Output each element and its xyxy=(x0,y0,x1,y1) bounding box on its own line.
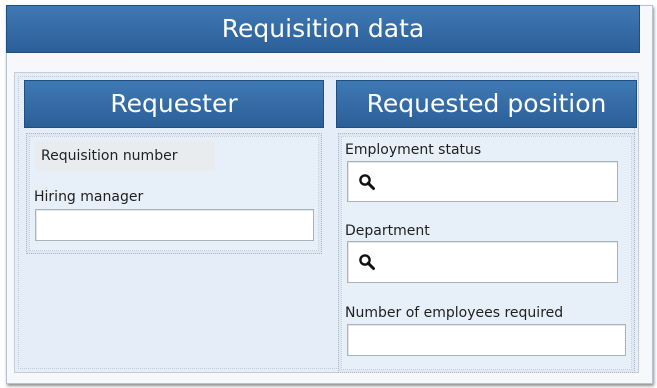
hiring-manager-label: Hiring manager xyxy=(34,189,144,205)
requester-header: Requester xyxy=(24,80,324,128)
department-label: Department xyxy=(345,223,430,239)
form-title: Requisition data xyxy=(6,5,640,53)
requested-position-header: Requested position xyxy=(336,80,637,128)
search-icon[interactable] xyxy=(358,253,376,271)
requisition-number-label: Requisition number xyxy=(35,141,215,171)
hiring-manager-input[interactable] xyxy=(35,209,314,241)
employment-status-label: Employment status xyxy=(345,142,482,158)
employment-status-field[interactable] xyxy=(347,161,618,202)
department-field[interactable] xyxy=(347,241,618,283)
search-icon[interactable] xyxy=(358,173,376,191)
employees-required-input[interactable] xyxy=(347,324,626,356)
employees-required-label: Number of employees required xyxy=(345,305,564,321)
